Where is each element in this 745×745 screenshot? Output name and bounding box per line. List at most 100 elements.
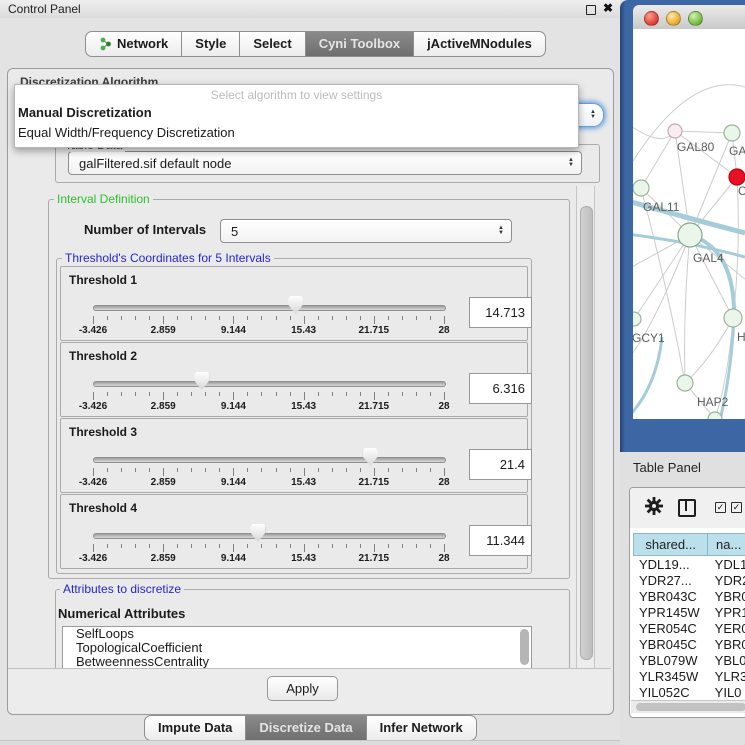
table-row[interactable]: YBR045CYBR0 <box>633 637 745 653</box>
menu-item-manual-discretization[interactable]: Manual Discretization <box>17 105 576 123</box>
tab-select[interactable]: Select <box>240 31 305 57</box>
node-hap2[interactable] <box>677 375 693 391</box>
table-hscrollbar-thumb[interactable] <box>636 703 745 711</box>
node-ga[interactable] <box>724 125 740 141</box>
number-of-intervals-combobox[interactable]: 5 ▲▼ <box>220 219 512 243</box>
table-row[interactable]: YLR345WYLR3 <box>633 669 745 685</box>
slider-track[interactable] <box>93 381 446 387</box>
threshold-value-field[interactable]: 21.4 <box>469 449 532 480</box>
scale-label: 28 <box>438 401 449 412</box>
node-label[interactable]: GCY1 <box>633 331 665 345</box>
table-row[interactable]: YER054CYER0 <box>633 621 745 637</box>
table-row[interactable]: YDL19...YDL1 <box>633 557 745 573</box>
tick <box>374 544 375 552</box>
cell-name: YBR0 <box>710 589 745 605</box>
node-c[interactable] <box>729 169 745 185</box>
scale-label: -3.426 <box>79 477 107 488</box>
minimize-traffic-light-icon[interactable] <box>666 11 681 26</box>
zoom-traffic-light-icon[interactable] <box>688 11 703 26</box>
tick <box>318 392 319 396</box>
slider-track[interactable] <box>93 533 446 539</box>
network-canvas[interactable]: GAL80 GA C GAL11 GAL4 GCY1 H HAP2 <box>633 29 745 419</box>
close-icon[interactable]: ✖ <box>603 1 613 15</box>
threshold-value-field[interactable]: 14.713 <box>469 297 532 328</box>
tab-style[interactable]: Style <box>182 31 240 57</box>
numerical-attributes-list[interactable]: SelfLoopsTopologicalCoefficientBetweenne… <box>62 626 532 670</box>
list-item-topologicalcoefficient[interactable]: TopologicalCoefficient <box>63 641 531 655</box>
node-label[interactable]: HAP2 <box>697 395 729 409</box>
threshold-1-box: Threshold 1-3.4262.8599.14415.4321.71528… <box>60 266 528 341</box>
tick <box>233 468 234 476</box>
list-item-selfloops[interactable]: SelfLoops <box>63 627 531 641</box>
tick <box>360 468 361 472</box>
close-traffic-light-icon[interactable] <box>644 11 659 26</box>
node-label[interactable]: GAL80 <box>677 140 715 154</box>
threshold-value-field[interactable]: 11.344 <box>469 525 532 556</box>
tick <box>444 316 445 324</box>
tick <box>107 544 108 548</box>
apply-button[interactable]: Apply <box>267 676 338 701</box>
column-layout-icon[interactable] <box>678 499 696 517</box>
table-row[interactable]: YDR27...YDR2 <box>633 573 745 589</box>
table-row[interactable]: YBR043CYBR0 <box>633 589 745 605</box>
tab-infer-network[interactable]: Infer Network <box>367 715 477 741</box>
node-label[interactable]: GAL4 <box>693 251 724 265</box>
tick <box>388 316 389 320</box>
table-hscrollbar-track[interactable] <box>631 700 745 713</box>
node-gal4[interactable] <box>678 223 702 247</box>
slider-thumb[interactable] <box>194 372 209 390</box>
tab-cyni-toolbox[interactable]: Cyni Toolbox <box>306 31 414 57</box>
node-label[interactable]: GAL11 <box>643 200 680 214</box>
node-gal80[interactable] <box>668 124 682 138</box>
tick <box>261 544 262 548</box>
float-window-icon[interactable] <box>586 5 596 15</box>
list-scrollbar-thumb[interactable] <box>520 629 529 665</box>
list-item-betweennesscentrality[interactable]: BetweennessCentrality <box>63 655 531 669</box>
scale-label: 2.859 <box>151 553 176 564</box>
threshold-value-field[interactable]: 6.316 <box>469 373 532 404</box>
table-row[interactable]: YBL079WYBL0 <box>633 653 745 669</box>
column-header-name[interactable]: na... <box>708 533 745 556</box>
tab-impute-data[interactable]: Impute Data <box>144 715 246 741</box>
panel-scrollbar-track[interactable] <box>576 186 595 668</box>
node-gal11[interactable] <box>633 180 649 196</box>
gear-icon[interactable] <box>644 496 664 516</box>
table-data-combobox[interactable]: galFiltered.sif default node ▲▼ <box>68 151 582 175</box>
slider-scale: -3.4262.8599.14415.4321.71528 <box>93 325 444 337</box>
scale-label: 28 <box>438 325 449 336</box>
tick <box>191 468 192 472</box>
tab-jactivemnodules[interactable]: jActiveMNodules <box>414 31 546 57</box>
slider-thumb[interactable] <box>250 524 265 542</box>
tick <box>107 316 108 320</box>
panel-scrollbar-thumb[interactable] <box>580 206 593 660</box>
node-h[interactable] <box>724 309 742 327</box>
network-window-titlebar[interactable] <box>633 5 745 30</box>
cell-shared-name: YIL052C <box>633 685 710 701</box>
slider-track[interactable] <box>93 457 446 463</box>
slider-track[interactable] <box>93 305 446 311</box>
tick <box>304 392 305 400</box>
scale-label: 9.144 <box>221 401 246 412</box>
tick <box>107 392 108 396</box>
node-label[interactable]: H <box>737 330 745 344</box>
table-row[interactable]: YIL052CYIL0 <box>633 685 745 701</box>
node-gcy1[interactable] <box>633 312 641 326</box>
column-header-shared-name[interactable]: shared... <box>633 533 708 556</box>
slider-thumb[interactable] <box>288 296 303 314</box>
slider-thumb[interactable] <box>363 448 378 466</box>
tab-discretize-data[interactable]: Discretize Data <box>246 715 366 741</box>
menu-item-equal-width-frequency[interactable]: Equal Width/Frequency Discretization <box>17 125 576 143</box>
tab-network[interactable]: Network <box>85 31 182 57</box>
bottom-tab-bar: Impute DataDiscretize DataInfer Network <box>144 715 477 741</box>
tick <box>93 544 94 552</box>
tick <box>388 392 389 396</box>
node-label[interactable]: GA <box>729 144 745 158</box>
checkbox-icon[interactable]: ✓ <box>731 502 742 513</box>
table-row[interactable]: YPR145WYPR1 <box>633 605 745 621</box>
checkbox-icon[interactable]: ✓ <box>715 502 726 513</box>
number-of-intervals-label: Number of Intervals <box>84 222 206 237</box>
tick <box>191 392 192 396</box>
tick <box>149 316 150 320</box>
node-label[interactable]: C <box>738 184 745 198</box>
tick <box>332 392 333 396</box>
